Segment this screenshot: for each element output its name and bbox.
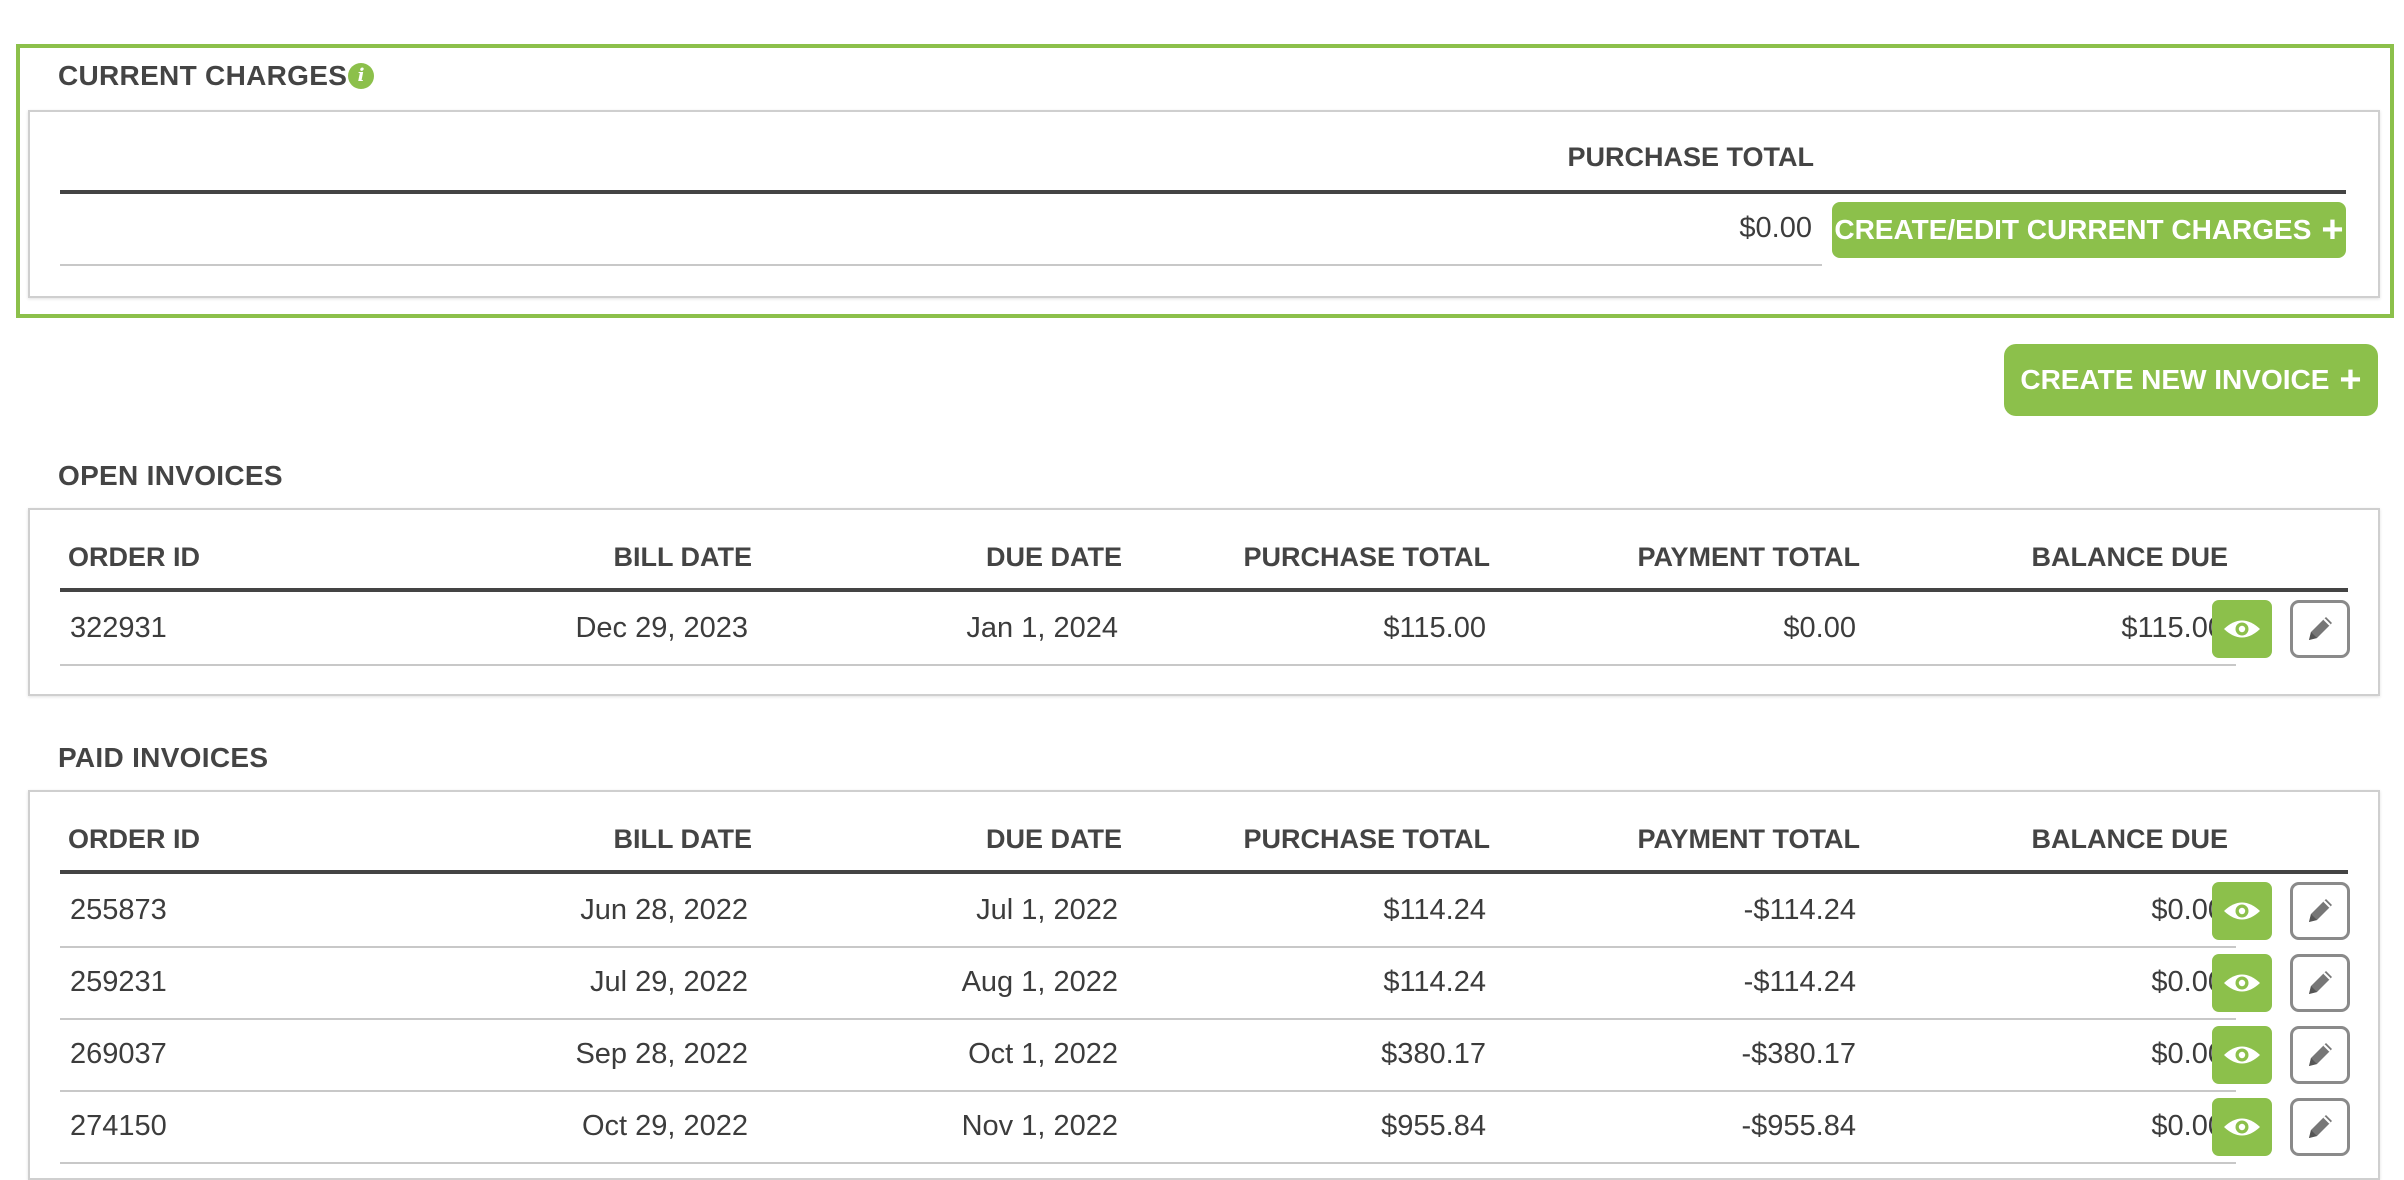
col-bill-date: BILL DATE — [613, 542, 753, 572]
create-new-invoice-label: CREATE NEW INVOICE — [2020, 364, 2330, 395]
col-due-date: DUE DATE — [985, 824, 1122, 854]
payment-total-cell: -$114.24 — [1743, 966, 1856, 998]
due-date-cell: Oct 1, 2022 — [968, 1038, 1118, 1070]
col-purchase-total: PURCHASE TOTAL — [1243, 542, 1490, 572]
eye-icon — [2224, 1046, 2260, 1064]
order-id-cell: 322931 — [70, 612, 167, 644]
bill-date-cell: Sep 28, 2022 — [575, 1038, 748, 1070]
col-due-date: DUE DATE — [985, 542, 1122, 572]
purchase-total-cell: $115.00 — [1383, 612, 1486, 644]
row-rule — [60, 1090, 2236, 1092]
edit-invoice-button[interactable] — [2290, 1098, 2350, 1156]
due-date-cell: Nov 1, 2022 — [961, 1110, 1118, 1142]
row-rule — [60, 1162, 2236, 1164]
balance-due-cell: $115.00 — [2121, 612, 2224, 644]
bill-date-cell: Dec 29, 2023 — [575, 612, 748, 644]
row-rule — [60, 664, 2236, 666]
create-edit-current-charges-label: CREATE/EDIT CURRENT CHARGES — [1834, 214, 2312, 245]
order-id-cell: 255873 — [70, 894, 167, 926]
create-new-invoice-button[interactable]: CREATE NEW INVOICE + — [2004, 344, 2378, 416]
order-id-cell: 259231 — [70, 966, 167, 998]
payment-total-cell: -$380.17 — [1741, 1038, 1857, 1070]
balance-due-cell: $0.00 — [2151, 894, 2224, 926]
plus-icon: + — [2321, 209, 2344, 251]
bill-date-cell: Jul 29, 2022 — [589, 966, 748, 998]
col-payment-total: PAYMENT TOTAL — [1637, 824, 1860, 854]
open-invoices-title: OPEN INVOICES — [58, 460, 283, 491]
view-invoice-button[interactable] — [2212, 1026, 2272, 1084]
eye-icon — [2224, 1118, 2260, 1136]
pencil-icon — [2309, 1115, 2332, 1138]
eye-icon — [2224, 974, 2260, 992]
header-rule — [60, 190, 2346, 194]
col-order-id: ORDER ID — [68, 824, 201, 854]
header-rule — [60, 870, 2348, 874]
bill-date-cell: Oct 29, 2022 — [581, 1110, 748, 1142]
balance-due-cell: $0.00 — [2151, 966, 2224, 998]
payment-total-cell: -$955.84 — [1741, 1110, 1857, 1142]
open-invoices-table: ORDER ID BILL DATE DUE DATE PURCHASE TOT… — [28, 508, 2380, 696]
row-rule — [60, 264, 1822, 266]
due-date-cell: Jan 1, 2024 — [966, 612, 1118, 644]
info-icon[interactable]: i — [348, 63, 374, 89]
view-invoice-button[interactable] — [2212, 882, 2272, 940]
header-rule — [60, 588, 2348, 592]
eye-icon — [2224, 902, 2260, 920]
col-balance-due: BALANCE DUE — [2031, 542, 2228, 572]
order-id-cell: 274150 — [70, 1110, 167, 1142]
row-rule — [60, 1018, 2236, 1020]
edit-invoice-button[interactable] — [2290, 954, 2350, 1012]
col-balance-due: BALANCE DUE — [2031, 824, 2228, 854]
balance-due-cell: $0.00 — [2151, 1110, 2224, 1142]
col-order-id: ORDER ID — [68, 542, 201, 572]
balance-due-cell: $0.00 — [2151, 1038, 2224, 1070]
current-purchase-total: $0.00 — [1739, 212, 1812, 244]
col-purchase-total: PURCHASE TOTAL — [1243, 824, 1490, 854]
view-invoice-button[interactable] — [2212, 954, 2272, 1012]
edit-invoice-button[interactable] — [2290, 1026, 2350, 1084]
purchase-total-header: PURCHASE TOTAL — [1567, 142, 1814, 172]
purchase-total-cell: $955.84 — [1381, 1110, 1486, 1142]
payment-total-cell: -$114.24 — [1743, 894, 1856, 926]
pencil-icon — [2309, 1043, 2332, 1066]
view-invoice-button[interactable] — [2212, 1098, 2272, 1156]
edit-invoice-button[interactable] — [2290, 600, 2350, 658]
order-id-cell: 269037 — [70, 1038, 167, 1070]
due-date-cell: Jul 1, 2022 — [976, 894, 1118, 926]
current-charges-title: CURRENT CHARGES — [58, 60, 348, 91]
bill-date-cell: Jun 28, 2022 — [580, 894, 748, 926]
eye-icon — [2224, 620, 2260, 638]
col-payment-total: PAYMENT TOTAL — [1637, 542, 1860, 572]
view-invoice-button[interactable] — [2212, 600, 2272, 658]
purchase-total-cell: $114.24 — [1383, 894, 1486, 926]
payment-total-cell: $0.00 — [1783, 612, 1856, 644]
paid-invoices-table: ORDER ID BILL DATE DUE DATE PURCHASE TOT… — [28, 790, 2380, 1180]
pencil-icon — [2309, 899, 2332, 922]
col-bill-date: BILL DATE — [613, 824, 753, 854]
edit-invoice-button[interactable] — [2290, 882, 2350, 940]
purchase-total-cell: $114.24 — [1383, 966, 1486, 998]
plus-icon: + — [2339, 359, 2362, 401]
pencil-icon — [2309, 971, 2332, 994]
pencil-icon — [2309, 617, 2332, 640]
row-rule — [60, 946, 2236, 948]
paid-invoices-title: PAID INVOICES — [58, 742, 269, 773]
due-date-cell: Aug 1, 2022 — [961, 966, 1118, 998]
create-edit-current-charges-button[interactable]: CREATE/EDIT CURRENT CHARGES + — [1832, 202, 2346, 258]
purchase-total-cell: $380.17 — [1381, 1038, 1486, 1070]
